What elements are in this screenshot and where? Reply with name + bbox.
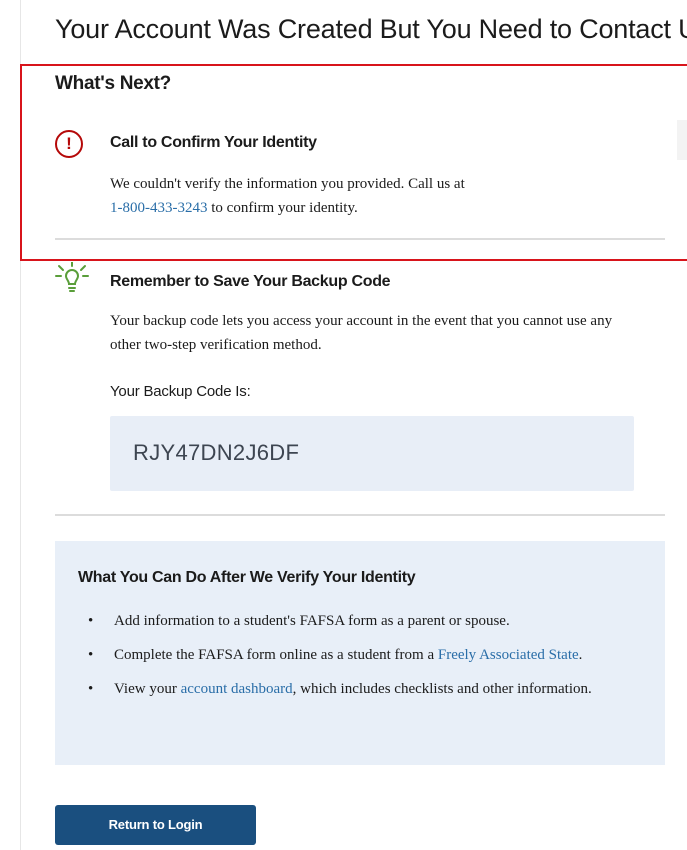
list-item-text-after: . [578,647,583,663]
backup-code-value: RJY47DN2J6DF [133,440,300,465]
phone-link[interactable]: 1-800-433-3243 [110,200,208,216]
after-verify-title: What You Can Do After We Verify Your Ide… [78,569,416,586]
section-divider [55,514,665,516]
list-item-text: Complete the FAFSA form online as a stud… [114,647,438,663]
list-item-text: Add information to a student's FAFSA for… [114,613,510,629]
section-divider [55,238,665,240]
after-verify-list: Add information to a student's FAFSA for… [88,611,648,713]
account-created-page: Your Account Was Created But You Need to… [0,0,687,850]
backup-code-title: Remember to Save Your Backup Code [110,273,391,290]
after-verify-panel: What You Can Do After We Verify Your Ide… [55,541,665,765]
return-to-login-button[interactable]: Return to Login [55,805,256,845]
page-title: Your Account Was Created But You Need to… [55,14,687,44]
account-dashboard-link[interactable]: account dashboard [181,681,293,697]
backup-code-description: Your backup code lets you access your ac… [110,313,613,353]
confirm-identity-text-after: to confirm your identity. [207,200,358,216]
list-item: Add information to a student's FAFSA for… [88,611,648,631]
list-item-text-after: , which includes checklists and other in… [292,681,592,697]
list-item-text: View your [114,681,181,697]
backup-code-label: Your Backup Code Is: [110,383,251,400]
backup-code-box: RJY47DN2J6DF [110,416,634,491]
freely-associated-state-link[interactable]: Freely Associated State [438,647,579,663]
list-item: View your account dashboard, which inclu… [88,679,648,699]
confirm-identity-title: Call to Confirm Your Identity [110,134,317,151]
confirm-identity-text: We couldn't verify the information you p… [110,172,630,220]
alert-circle-icon: ! [55,130,83,158]
confirm-identity-text-before: We couldn't verify the information you p… [110,176,465,192]
lightbulb-icon [55,262,89,292]
list-item: Complete the FAFSA form online as a stud… [88,645,648,665]
whats-next-heading: What's Next? [55,73,171,94]
